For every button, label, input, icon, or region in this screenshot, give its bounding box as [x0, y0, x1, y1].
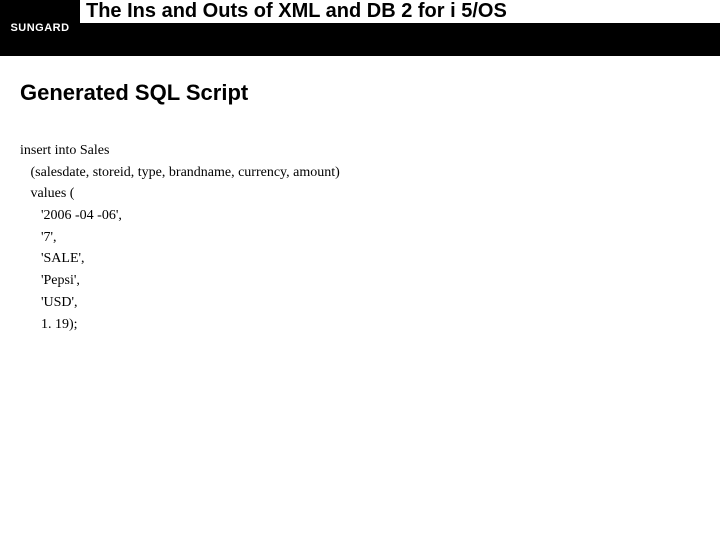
slide-title: The Ins and Outs of XML and DB 2 for i 5…	[86, 0, 507, 23]
slide-content: Generated SQL Script insert into Sales (…	[0, 56, 720, 335]
section-title: Generated SQL Script	[20, 80, 700, 106]
code-line: 'USD',	[20, 295, 78, 310]
code-line: 1. 19);	[20, 317, 78, 332]
code-line: values (	[20, 186, 74, 201]
title-bar: The Ins and Outs of XML and DB 2 for i 5…	[80, 0, 720, 23]
brand-logo-text: SUNGARD	[10, 22, 69, 34]
sql-code-block: insert into Sales (salesdate, storeid, t…	[20, 140, 700, 335]
brand-logo: SUNGARD	[0, 0, 80, 56]
code-line: 'SALE',	[20, 251, 85, 266]
code-line: insert into Sales	[20, 143, 109, 158]
code-line: '7',	[20, 230, 57, 245]
code-line: '2006 -04 -06',	[20, 208, 122, 223]
slide-header: SUNGARD The Ins and Outs of XML and DB 2…	[0, 0, 720, 56]
code-line: (salesdate, storeid, type, brandname, cu…	[20, 165, 340, 180]
code-line: 'Pepsi',	[20, 273, 80, 288]
subheader-strip	[80, 23, 720, 47]
